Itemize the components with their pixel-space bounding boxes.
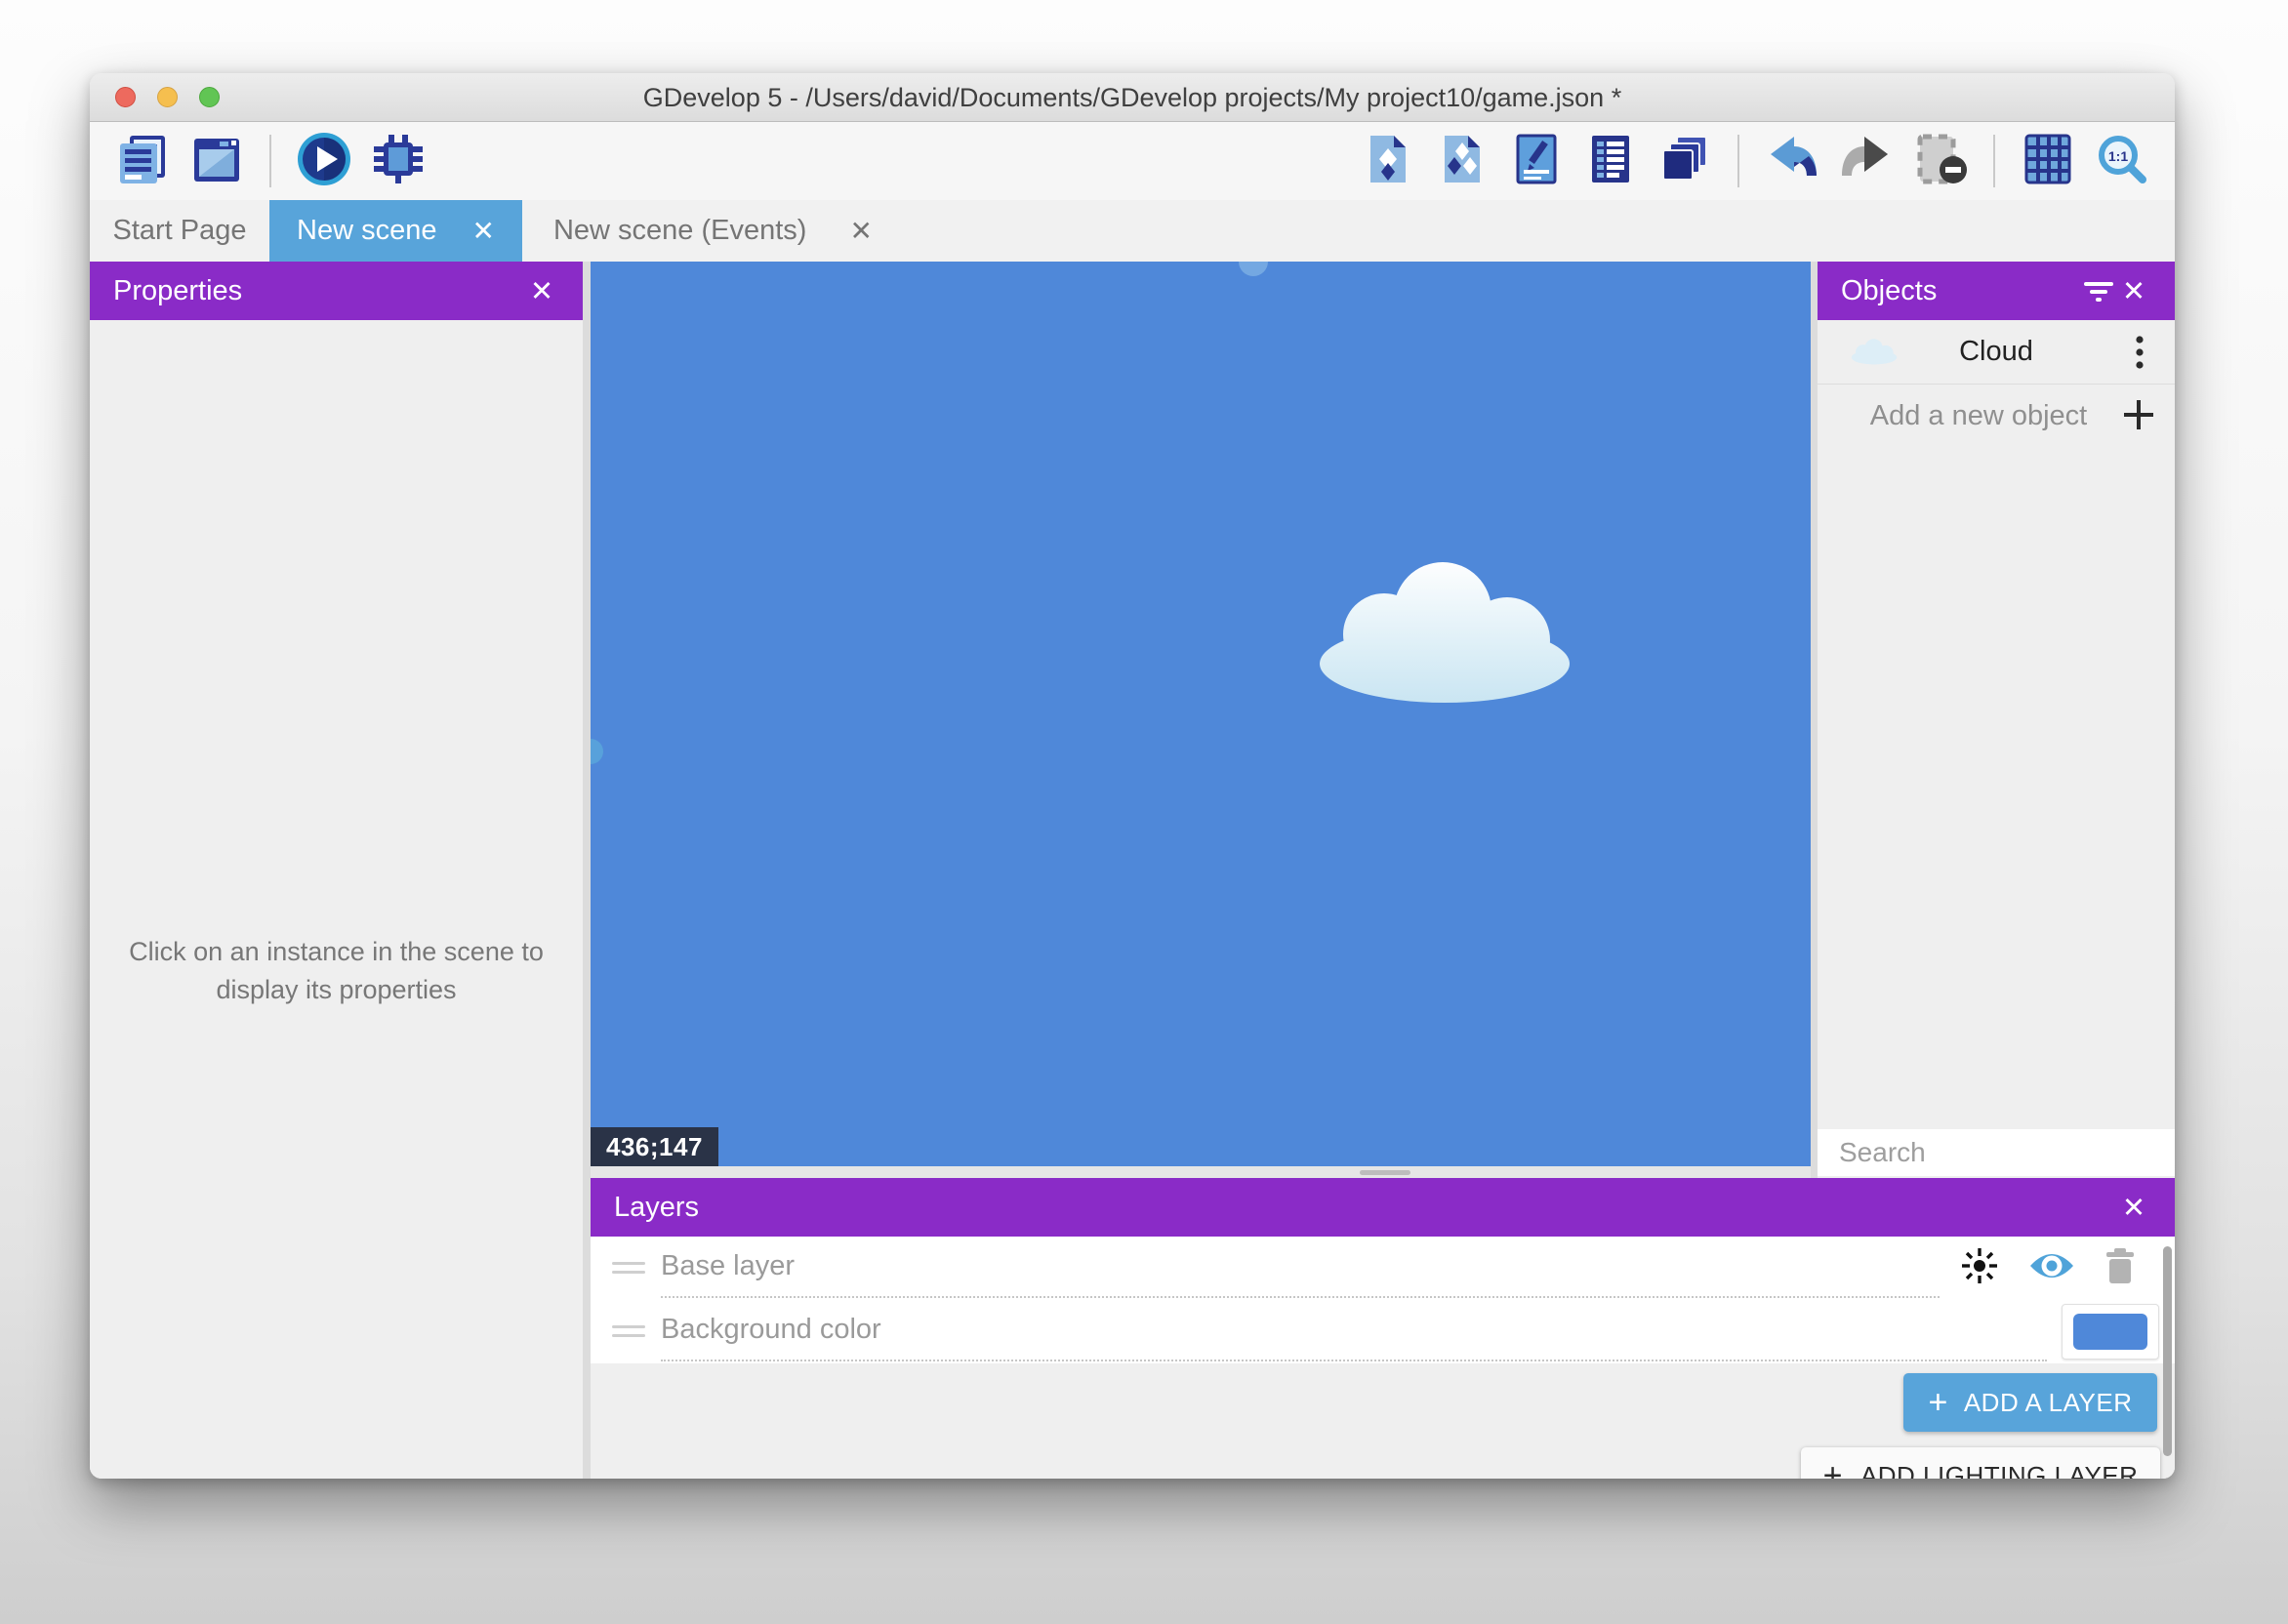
- add-lighting-layer-label: ADD LIGHTING LAYER: [1860, 1461, 2138, 1480]
- toolbar-right-group: 1:1: [1359, 133, 2151, 189]
- project-manager-button[interactable]: [113, 133, 172, 189]
- layer-row-base[interactable]: Base layer: [591, 1237, 2175, 1300]
- layers-title: Layers: [614, 1192, 699, 1224]
- add-layer-label: ADD A LAYER: [1964, 1388, 2133, 1418]
- grid-button[interactable]: [2019, 133, 2077, 189]
- objects-title: Objects: [1841, 275, 1937, 307]
- lighting-icon[interactable]: [1960, 1246, 1999, 1290]
- undo-icon: [1765, 135, 1819, 188]
- add-lighting-layer-button[interactable]: + ADD LIGHTING LAYER: [1801, 1447, 2160, 1479]
- toolbar-divider: [1993, 135, 1995, 187]
- layers-list: Base layer: [591, 1237, 2175, 1363]
- redo-button[interactable]: [1837, 133, 1896, 189]
- scene-canvas[interactable]: 436;147: [591, 262, 1811, 1166]
- visibility-eye-icon[interactable]: [2028, 1249, 2075, 1287]
- scene-properties-button[interactable]: [1507, 133, 1566, 189]
- color-swatch-fill: [2073, 1314, 2147, 1350]
- canvas-left-scroll-handle[interactable]: [591, 739, 603, 764]
- add-object-label: Add a new object: [1870, 400, 2087, 432]
- tab-bar: Start Page New scene ✕ New scene (Events…: [90, 200, 2175, 262]
- canvas-top-scroll-handle[interactable]: [1239, 262, 1268, 276]
- objects-search-input[interactable]: [1818, 1137, 2175, 1168]
- tab-new-scene[interactable]: New scene ✕: [269, 200, 522, 262]
- canvas-bottom-gap: [591, 1166, 1811, 1178]
- toolbar-divider: [269, 135, 271, 187]
- svg-text:1:1: 1:1: [2108, 148, 2128, 164]
- properties-header: Properties ✕: [90, 262, 583, 320]
- titlebar: GDevelop 5 - /Users/david/Documents/GDev…: [90, 73, 2175, 122]
- debug-bug-icon: [371, 132, 426, 191]
- plus-icon: +: [1823, 1459, 1843, 1479]
- drag-handle-icon[interactable]: [612, 1262, 645, 1279]
- object-icon: [1362, 133, 1414, 190]
- objects-search-box: [1818, 1129, 2175, 1176]
- tab-label: New scene (Events): [553, 215, 807, 247]
- toolbar-left-group: [113, 133, 428, 189]
- layer-name[interactable]: Base layer: [661, 1250, 795, 1282]
- close-tab-icon[interactable]: ✕: [849, 218, 872, 245]
- toolbar-divider: [1737, 135, 1739, 187]
- mask-remove-icon: [1912, 133, 1969, 190]
- add-object-plus-icon[interactable]: [2122, 398, 2155, 436]
- redo-icon: [1839, 135, 1894, 188]
- layers-icon: [1658, 133, 1711, 190]
- delete-layer-trash-icon[interactable]: [2104, 1247, 2136, 1289]
- close-panel-icon[interactable]: ✕: [2116, 1191, 2151, 1225]
- window-button[interactable]: [187, 133, 246, 189]
- grid-icon: [2022, 133, 2074, 190]
- properties-title: Properties: [113, 275, 242, 307]
- layer-name[interactable]: Background color: [661, 1314, 881, 1346]
- tab-label: Start Page: [112, 215, 246, 247]
- background-color-swatch[interactable]: [2062, 1304, 2159, 1360]
- window-title: GDevelop 5 - /Users/david/Documents/GDev…: [90, 73, 2175, 122]
- object-menu-icon[interactable]: [2122, 334, 2157, 371]
- instances-list-icon: [1584, 133, 1637, 190]
- layers-header: Layers ✕: [591, 1178, 2175, 1237]
- plus-icon: +: [1928, 1386, 1947, 1419]
- horizontal-scrollbar[interactable]: [1360, 1170, 1410, 1175]
- layer-row-background-color[interactable]: Background color: [591, 1300, 2175, 1363]
- instances-list-button[interactable]: [1581, 133, 1640, 189]
- objects-panel-button[interactable]: [1359, 133, 1417, 189]
- tab-start-page[interactable]: Start Page: [90, 200, 269, 262]
- object-groups-button[interactable]: [1433, 133, 1491, 189]
- play-button[interactable]: [295, 133, 353, 189]
- window-icon: [188, 133, 245, 190]
- layers-scrollbar[interactable]: [2163, 1246, 2172, 1456]
- project-manager-icon: [114, 133, 171, 190]
- debug-button[interactable]: [369, 133, 428, 189]
- cloud-thumbnail-icon: [1851, 337, 1898, 371]
- zoom-1-1-icon: 1:1: [2095, 132, 2149, 191]
- add-layer-button[interactable]: + ADD A LAYER: [1903, 1373, 2157, 1432]
- drag-handle-icon[interactable]: [612, 1325, 645, 1343]
- cursor-coordinates-badge: 436;147: [591, 1127, 718, 1166]
- layers-panel-footer: + ADD A LAYER + ADD LIGHTING LAYER: [591, 1363, 2175, 1478]
- tab-label: New scene: [297, 215, 436, 247]
- undo-button[interactable]: [1763, 133, 1821, 189]
- layers-panel-button[interactable]: [1655, 133, 1714, 189]
- object-list-item[interactable]: Cloud: [1818, 320, 2175, 385]
- gdevelop-window: GDevelop 5 - /Users/david/Documents/GDev…: [90, 73, 2175, 1479]
- object-group-icon: [1436, 133, 1489, 190]
- toolbar: 1:1: [90, 122, 2175, 200]
- close-panel-icon[interactable]: ✕: [2116, 274, 2151, 308]
- objects-header: Objects ✕: [1818, 262, 2175, 320]
- edit-pencil-icon: [1510, 133, 1563, 190]
- window-mask-button[interactable]: [1911, 133, 1970, 189]
- close-tab-icon[interactable]: ✕: [471, 218, 494, 245]
- tab-new-scene-events[interactable]: New scene (Events) ✕: [522, 200, 904, 262]
- add-object-row[interactable]: Add a new object: [1818, 385, 2175, 447]
- filter-icon[interactable]: [2081, 278, 2116, 304]
- editor-content: Properties ✕ Click on an instance in the…: [90, 262, 2175, 1479]
- properties-empty-message: Click on an instance in the scene to dis…: [113, 933, 559, 1009]
- layers-panel: Layers ✕ Base layer: [591, 1178, 2175, 1479]
- close-panel-icon[interactable]: ✕: [524, 274, 559, 308]
- properties-panel: Properties ✕ Click on an instance in the…: [90, 262, 583, 1479]
- cloud-instance[interactable]: [1316, 556, 1573, 710]
- objects-panel: Objects ✕: [1818, 262, 2175, 1178]
- play-icon: [297, 132, 351, 191]
- zoom-1-1-button[interactable]: 1:1: [2093, 133, 2151, 189]
